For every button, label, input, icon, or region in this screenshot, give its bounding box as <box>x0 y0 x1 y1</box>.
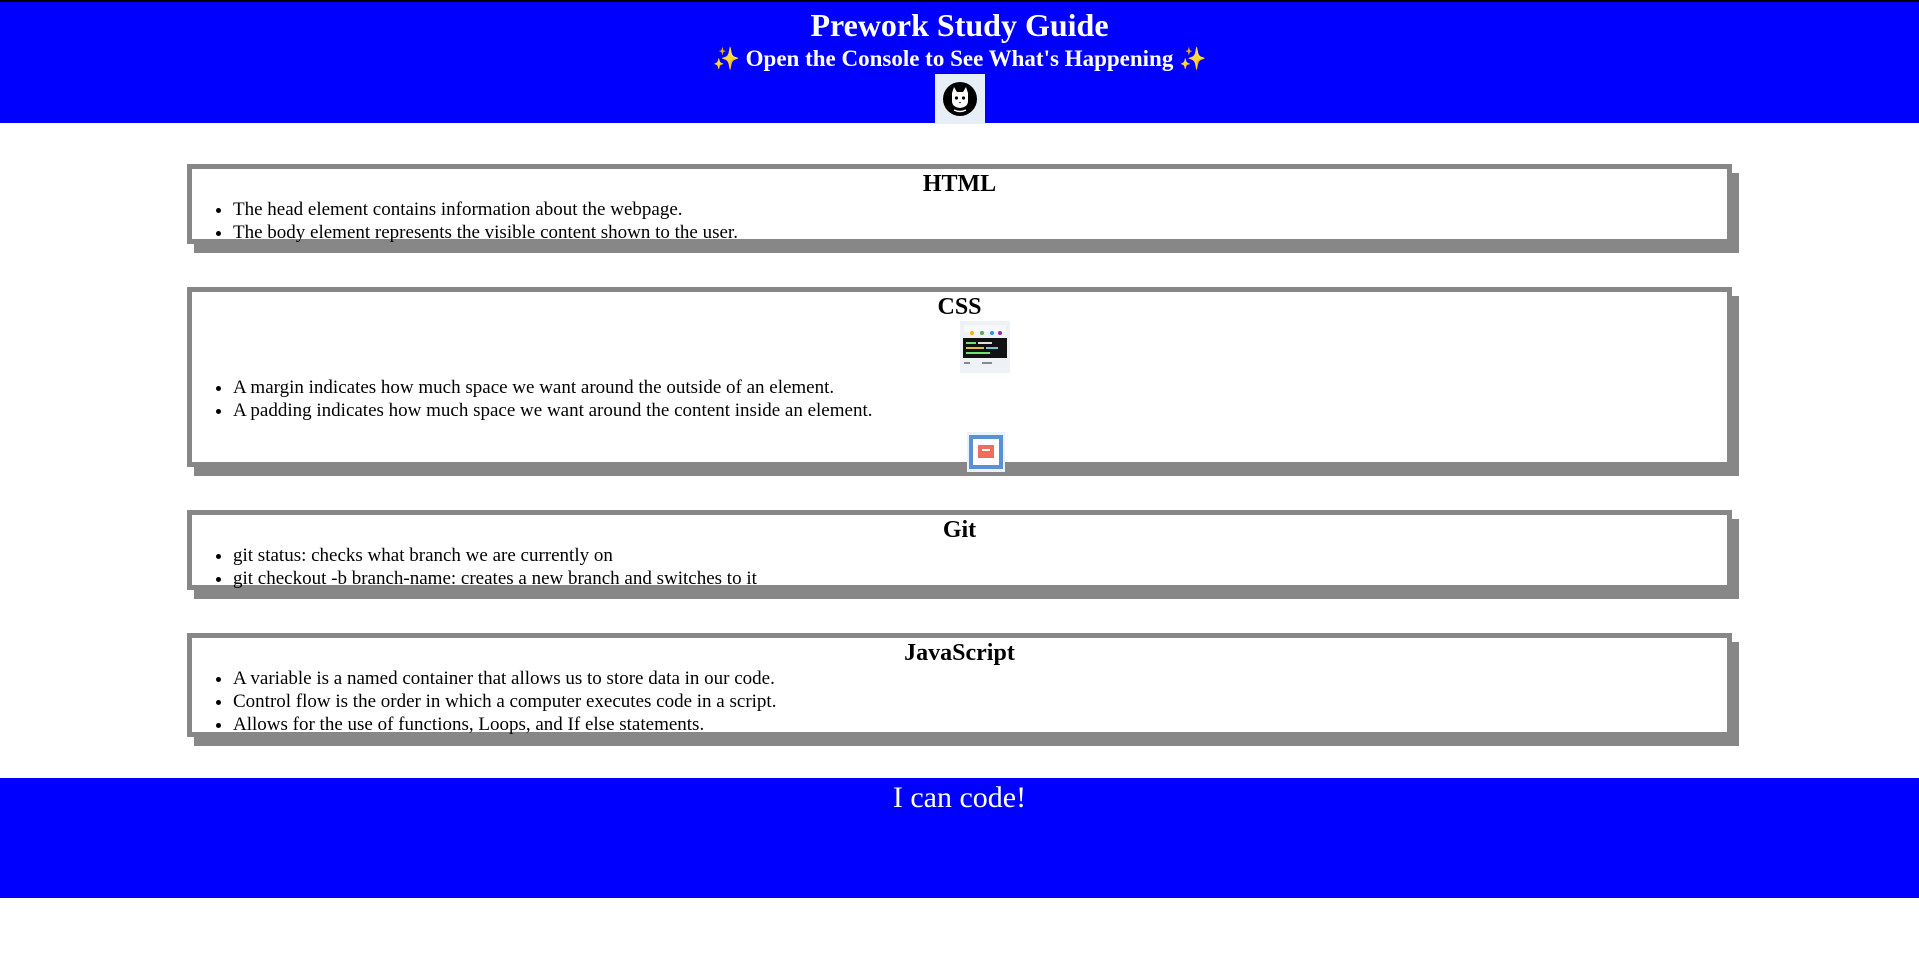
page: Prework Study Guide ✨ Open the Console t… <box>0 0 1919 964</box>
list-item: A margin indicates how much space we wan… <box>233 376 1727 399</box>
list-item: A variable is a named container that all… <box>233 667 1727 690</box>
section-html: HTML The head element contains informati… <box>187 164 1732 244</box>
page-footer: I can code! <box>0 778 1919 898</box>
section-title: CSS <box>937 294 982 320</box>
section-title: HTML <box>922 171 997 197</box>
list-item: A padding indicates how much space we wa… <box>233 399 1727 422</box>
box-model-thumbnail <box>967 432 1005 472</box>
section-css: CSS A margin indicates how much space we… <box>187 287 1732 472</box>
css-editor-thumbnail <box>960 321 1010 373</box>
logo <box>935 74 985 124</box>
section-list: The head element contains information ab… <box>192 198 1727 244</box>
section-title: JavaScript <box>904 640 1015 666</box>
section-list: A variable is a named container that all… <box>192 667 1727 736</box>
subtitle-text: Open the Console to See What's Happening <box>745 46 1174 71</box>
footer-text: I can code! <box>892 781 1027 814</box>
section-javascript: JavaScript A variable is a named contain… <box>187 633 1732 737</box>
list-item: The body element represents the visible … <box>233 221 1727 244</box>
page-header: Prework Study Guide ✨ Open the Console t… <box>0 0 1919 124</box>
section-title: Git <box>942 517 977 543</box>
list-item: Allows for the use of functions, Loops, … <box>233 713 1727 736</box>
page-title: Prework Study Guide <box>810 7 1109 43</box>
section-git: Git git status: checks what branch we ar… <box>187 510 1732 590</box>
sparkle-icon: ✨ <box>1179 47 1207 72</box>
page-subtitle: ✨ Open the Console to See What's Happeni… <box>0 44 1919 75</box>
cat-face-icon <box>943 82 977 116</box>
sparkle-icon: ✨ <box>712 47 740 72</box>
section-list: git status: checks what branch we are cu… <box>192 544 1727 590</box>
list-item: git checkout -b branch-name: creates a n… <box>233 567 1727 590</box>
section-list: A margin indicates how much space we wan… <box>192 376 1727 422</box>
list-item: git status: checks what branch we are cu… <box>233 544 1727 567</box>
list-item: The head element contains information ab… <box>233 198 1727 221</box>
list-item: Control flow is the order in which a com… <box>233 690 1727 713</box>
